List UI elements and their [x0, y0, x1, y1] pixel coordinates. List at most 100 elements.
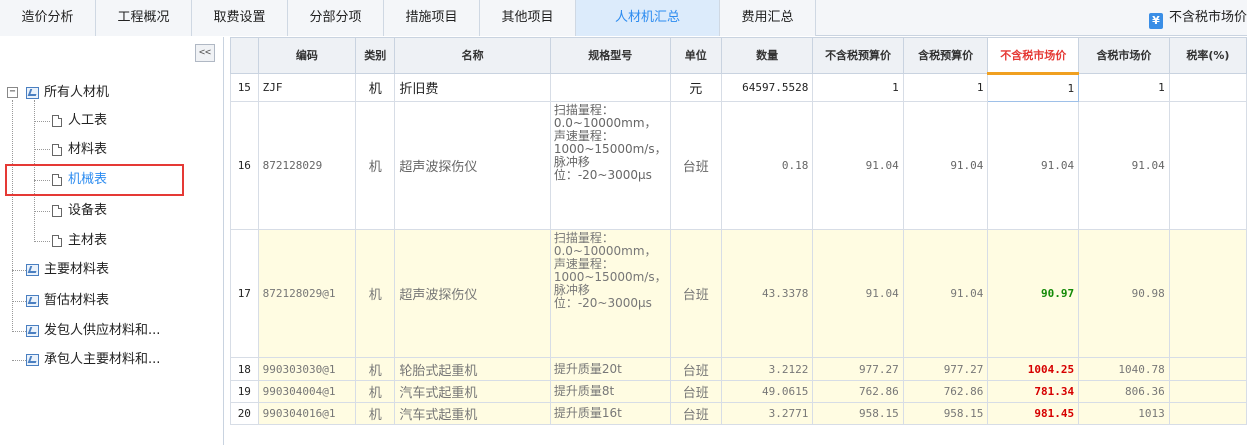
cell-taxed-budget-price[interactable]: 762.86	[902, 380, 989, 403]
cell-code[interactable]: 990304004@1	[257, 380, 357, 403]
cell-name[interactable]: 轮胎式起重机	[394, 357, 551, 381]
cell-code[interactable]: 990304016@1	[257, 402, 357, 425]
cell-pretax-budget-price[interactable]: 91.04	[812, 229, 904, 358]
cell-taxed-market-price[interactable]: 806.36	[1078, 380, 1170, 403]
table-row[interactable]: 20 990304016@1 机 汽车式起重机 提升质量16t 台班 3.277…	[230, 402, 1247, 425]
col-header-name[interactable]: 名称	[394, 37, 551, 74]
cell-pretax-market-price[interactable]: 90.97	[987, 229, 1080, 358]
tab-divisional-items[interactable]: 分部分项	[288, 0, 384, 36]
table-row[interactable]: 18 990303030@1 机 轮胎式起重机 提升质量20t 台班 3.212…	[230, 357, 1247, 381]
tree-item-main-material[interactable]: 主材表	[52, 231, 107, 251]
cell-quantity[interactable]: 49.0615	[720, 380, 814, 403]
cell-pretax-budget-price[interactable]: 91.04	[812, 101, 904, 230]
cell-taxed-budget-price[interactable]: 958.15	[902, 402, 989, 425]
cell-name[interactable]: 超声波探伤仪	[394, 101, 551, 230]
tab-fee-settings[interactable]: 取费设置	[192, 0, 288, 36]
cell-type[interactable]: 机	[355, 73, 396, 102]
cell-type[interactable]: 机	[355, 402, 396, 425]
cell-pretax-budget-price[interactable]: 1	[812, 73, 904, 102]
cell-name[interactable]: 汽车式起重机	[394, 402, 551, 425]
cell-taxed-market-price[interactable]: 91.04	[1078, 101, 1170, 230]
cell-pretax-market-price[interactable]: 781.34	[987, 380, 1080, 403]
cell-pretax-budget-price[interactable]: 958.15	[812, 402, 904, 425]
table-row[interactable]: 16 872128029 机 超声波探伤仪 扫描量程：0.0~10000mm，声…	[230, 101, 1247, 230]
cell-type[interactable]: 机	[355, 101, 396, 230]
cell-taxed-budget-price[interactable]: 91.04	[902, 101, 989, 230]
table-row[interactable]: 17 872128029@1 机 超声波探伤仪 扫描量程：0.0~10000mm…	[230, 229, 1247, 358]
cell-taxed-budget-price[interactable]: 91.04	[902, 229, 989, 358]
cell-pretax-budget-price[interactable]: 762.86	[812, 380, 904, 403]
cell-code[interactable]: 872128029@1	[257, 229, 357, 358]
cell-quantity[interactable]: 3.2771	[720, 402, 814, 425]
cell-pretax-market-price[interactable]: 981.45	[987, 402, 1080, 425]
cell-unit[interactable]: 台班	[669, 380, 722, 403]
cell-spec[interactable]	[549, 73, 671, 102]
tree-item-material[interactable]: 材料表	[52, 140, 107, 160]
tab-measure-items[interactable]: 措施项目	[384, 0, 480, 36]
cell-pretax-market-price[interactable]: 91.04	[987, 101, 1080, 230]
cell-taxed-budget-price[interactable]: 977.27	[902, 357, 989, 381]
col-header-taxed-market-price[interactable]: 含税市场价	[1078, 37, 1170, 74]
cell-type[interactable]: 机	[355, 229, 396, 358]
tab-labor-material-machine-summary[interactable]: 人材机汇总	[576, 0, 720, 36]
cell-pretax-market-price[interactable]: 1	[987, 73, 1080, 102]
collapse-panel-button[interactable]: <<	[195, 44, 215, 62]
cell-taxed-market-price[interactable]: 1040.78	[1078, 357, 1170, 381]
cell-quantity[interactable]: 43.3378	[720, 229, 814, 358]
cell-taxed-market-price[interactable]: 1013	[1078, 402, 1170, 425]
tree-collapse-toggle[interactable]: −	[7, 87, 18, 98]
col-header-taxed-budget-price[interactable]: 含税预算价	[902, 37, 989, 74]
col-header-spec[interactable]: 规格型号	[549, 37, 671, 74]
tree-item-all-resources[interactable]: 所有人材机	[26, 83, 109, 103]
cell-code[interactable]: 872128029	[257, 101, 357, 230]
table-row[interactable]: 15 ZJF 机 折旧费 元 64597.5528 1 1 1 1	[230, 73, 1247, 102]
cell-name[interactable]: 折旧费	[394, 73, 551, 102]
cell-unit[interactable]: 台班	[669, 357, 722, 381]
cell-tax-rate[interactable]	[1168, 101, 1247, 230]
cell-unit[interactable]: 台班	[669, 101, 722, 230]
price-type-indicator[interactable]: ¥ 不含税市场价	[1143, 0, 1247, 36]
cell-unit[interactable]: 台班	[669, 402, 722, 425]
cell-unit[interactable]: 台班	[669, 229, 722, 358]
tree-item-contractor-main-materials[interactable]: 承包人主要材料和...	[26, 350, 160, 370]
cell-quantity[interactable]: 64597.5528	[720, 73, 814, 102]
cell-quantity[interactable]: 0.18	[720, 101, 814, 230]
tab-other-items[interactable]: 其他项目	[480, 0, 576, 36]
tree-item-equipment[interactable]: 设备表	[52, 201, 107, 221]
cell-spec[interactable]: 扫描量程：0.0~10000mm，声速量程：1000~15000m/s，脉冲移位…	[549, 229, 671, 358]
col-header-quantity[interactable]: 数量	[720, 37, 814, 74]
cell-spec[interactable]: 提升质量20t	[549, 357, 671, 381]
cell-code[interactable]: 990303030@1	[257, 357, 357, 381]
cell-tax-rate[interactable]	[1168, 402, 1247, 425]
cell-spec[interactable]: 提升质量8t	[549, 380, 671, 403]
cell-spec[interactable]: 提升质量16t	[549, 402, 671, 425]
tab-cost-summary[interactable]: 费用汇总	[720, 0, 816, 36]
tree-item-key-materials[interactable]: 主要材料表	[26, 260, 109, 280]
tree-item-labor[interactable]: 人工表	[52, 111, 107, 131]
cell-code[interactable]: ZJF	[257, 73, 357, 102]
cell-spec[interactable]: 扫描量程：0.0~10000mm，声速量程：1000~15000m/s，脉冲移位…	[549, 101, 671, 230]
cell-type[interactable]: 机	[355, 357, 396, 381]
cell-pretax-market-price[interactable]: 1004.25	[987, 357, 1080, 381]
cell-name[interactable]: 超声波探伤仪	[394, 229, 551, 358]
tab-cost-analysis[interactable]: 造价分析	[0, 0, 96, 36]
cell-tax-rate[interactable]	[1168, 357, 1247, 381]
cell-unit[interactable]: 元	[669, 73, 722, 102]
tree-item-provisional-materials[interactable]: 暂估材料表	[26, 291, 109, 311]
col-header-pretax-budget-price[interactable]: 不含税预算价	[812, 37, 904, 74]
cell-name[interactable]: 汽车式起重机	[394, 380, 551, 403]
cell-tax-rate[interactable]	[1168, 380, 1247, 403]
cell-type[interactable]: 机	[355, 380, 396, 403]
col-header-type[interactable]: 类别	[355, 37, 396, 74]
cell-taxed-budget-price[interactable]: 1	[902, 73, 989, 102]
col-header-code[interactable]: 编码	[257, 37, 357, 74]
col-header-unit[interactable]: 单位	[669, 37, 722, 74]
cell-tax-rate[interactable]	[1168, 73, 1247, 102]
cell-taxed-market-price[interactable]: 90.98	[1078, 229, 1170, 358]
tab-project-overview[interactable]: 工程概况	[96, 0, 192, 36]
cell-pretax-budget-price[interactable]: 977.27	[812, 357, 904, 381]
cell-quantity[interactable]: 3.2122	[720, 357, 814, 381]
col-header-pretax-market-price[interactable]: 不含税市场价	[987, 37, 1080, 75]
col-header-tax-rate[interactable]: 税率(%)	[1168, 37, 1247, 74]
tree-item-owner-supplied-materials[interactable]: 发包人供应材料和...	[26, 321, 160, 341]
